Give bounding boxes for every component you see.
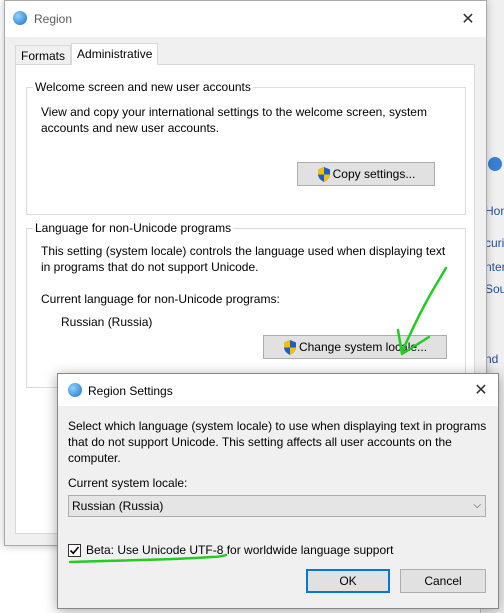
beta-utf8-label[interactable]: Beta: Use Unicode UTF-8 for worldwide la… [86,543,394,557]
dialog-title: Region Settings [88,384,173,398]
beta-utf8-row: Beta: Use Unicode UTF-8 for worldwide la… [68,543,394,557]
bg-text-fragment: curi [485,236,504,250]
current-language-label: Current language for non-Unicode program… [41,292,280,306]
region-settings-dialog: Region Settings ✕ Select which language … [57,373,499,609]
cancel-button[interactable]: Cancel [400,569,486,593]
current-language-value: Russian (Russia) [61,315,153,329]
change-system-locale-button[interactable]: Change system locale... [263,335,447,359]
window-title: Region [34,12,73,26]
beta-utf8-checkbox[interactable] [68,543,81,557]
dialog-close-button[interactable]: ✕ [464,374,498,406]
bg-text-fragment: nd [485,352,499,366]
bg-text-fragment: Sou [485,282,504,296]
bg-text-fragment: Hon [485,204,504,218]
dialog-title-bar[interactable]: Region Settings ✕ [58,374,498,406]
dialog-description: Select which language (system locale) to… [68,419,487,465]
system-locale-value: Russian (Russia) [72,499,164,513]
uac-shield-icon [317,166,330,182]
tab-formats[interactable]: Formats [15,45,72,65]
close-button[interactable]: ✕ [450,1,486,37]
current-system-locale-label: Current system locale: [68,476,188,490]
welcome-group: Welcome screen and new user accounts Vie… [26,80,466,215]
change-system-locale-label: Change system locale... [298,340,428,354]
tab-administrative[interactable]: Administrative [71,43,159,65]
checkmark-icon [69,545,80,554]
chevron-down-icon: ⌵ [473,500,481,511]
globe-icon [13,11,27,25]
copy-settings-label: Copy settings... [332,167,416,181]
welcome-group-description: View and copy your international setting… [41,105,427,135]
non-unicode-description: This setting (system locale) controls th… [41,244,446,274]
bg-text-fragment: nter [485,260,504,274]
welcome-group-legend: Welcome screen and new user accounts [33,80,253,94]
non-unicode-group-legend: Language for non-Unicode programs [33,221,234,235]
system-locale-select[interactable]: Russian (Russia) ⌵ [68,495,486,517]
uac-shield-icon [283,339,296,355]
non-unicode-group: Language for non-Unicode programs This s… [26,221,466,388]
tab-strip: Formats Administrative [15,43,159,65]
globe-icon [68,383,82,397]
title-bar[interactable]: Region ✕ [5,1,486,37]
copy-settings-button[interactable]: Copy settings... [297,162,435,186]
ok-button[interactable]: OK [306,569,390,593]
globe-icon [488,157,502,171]
